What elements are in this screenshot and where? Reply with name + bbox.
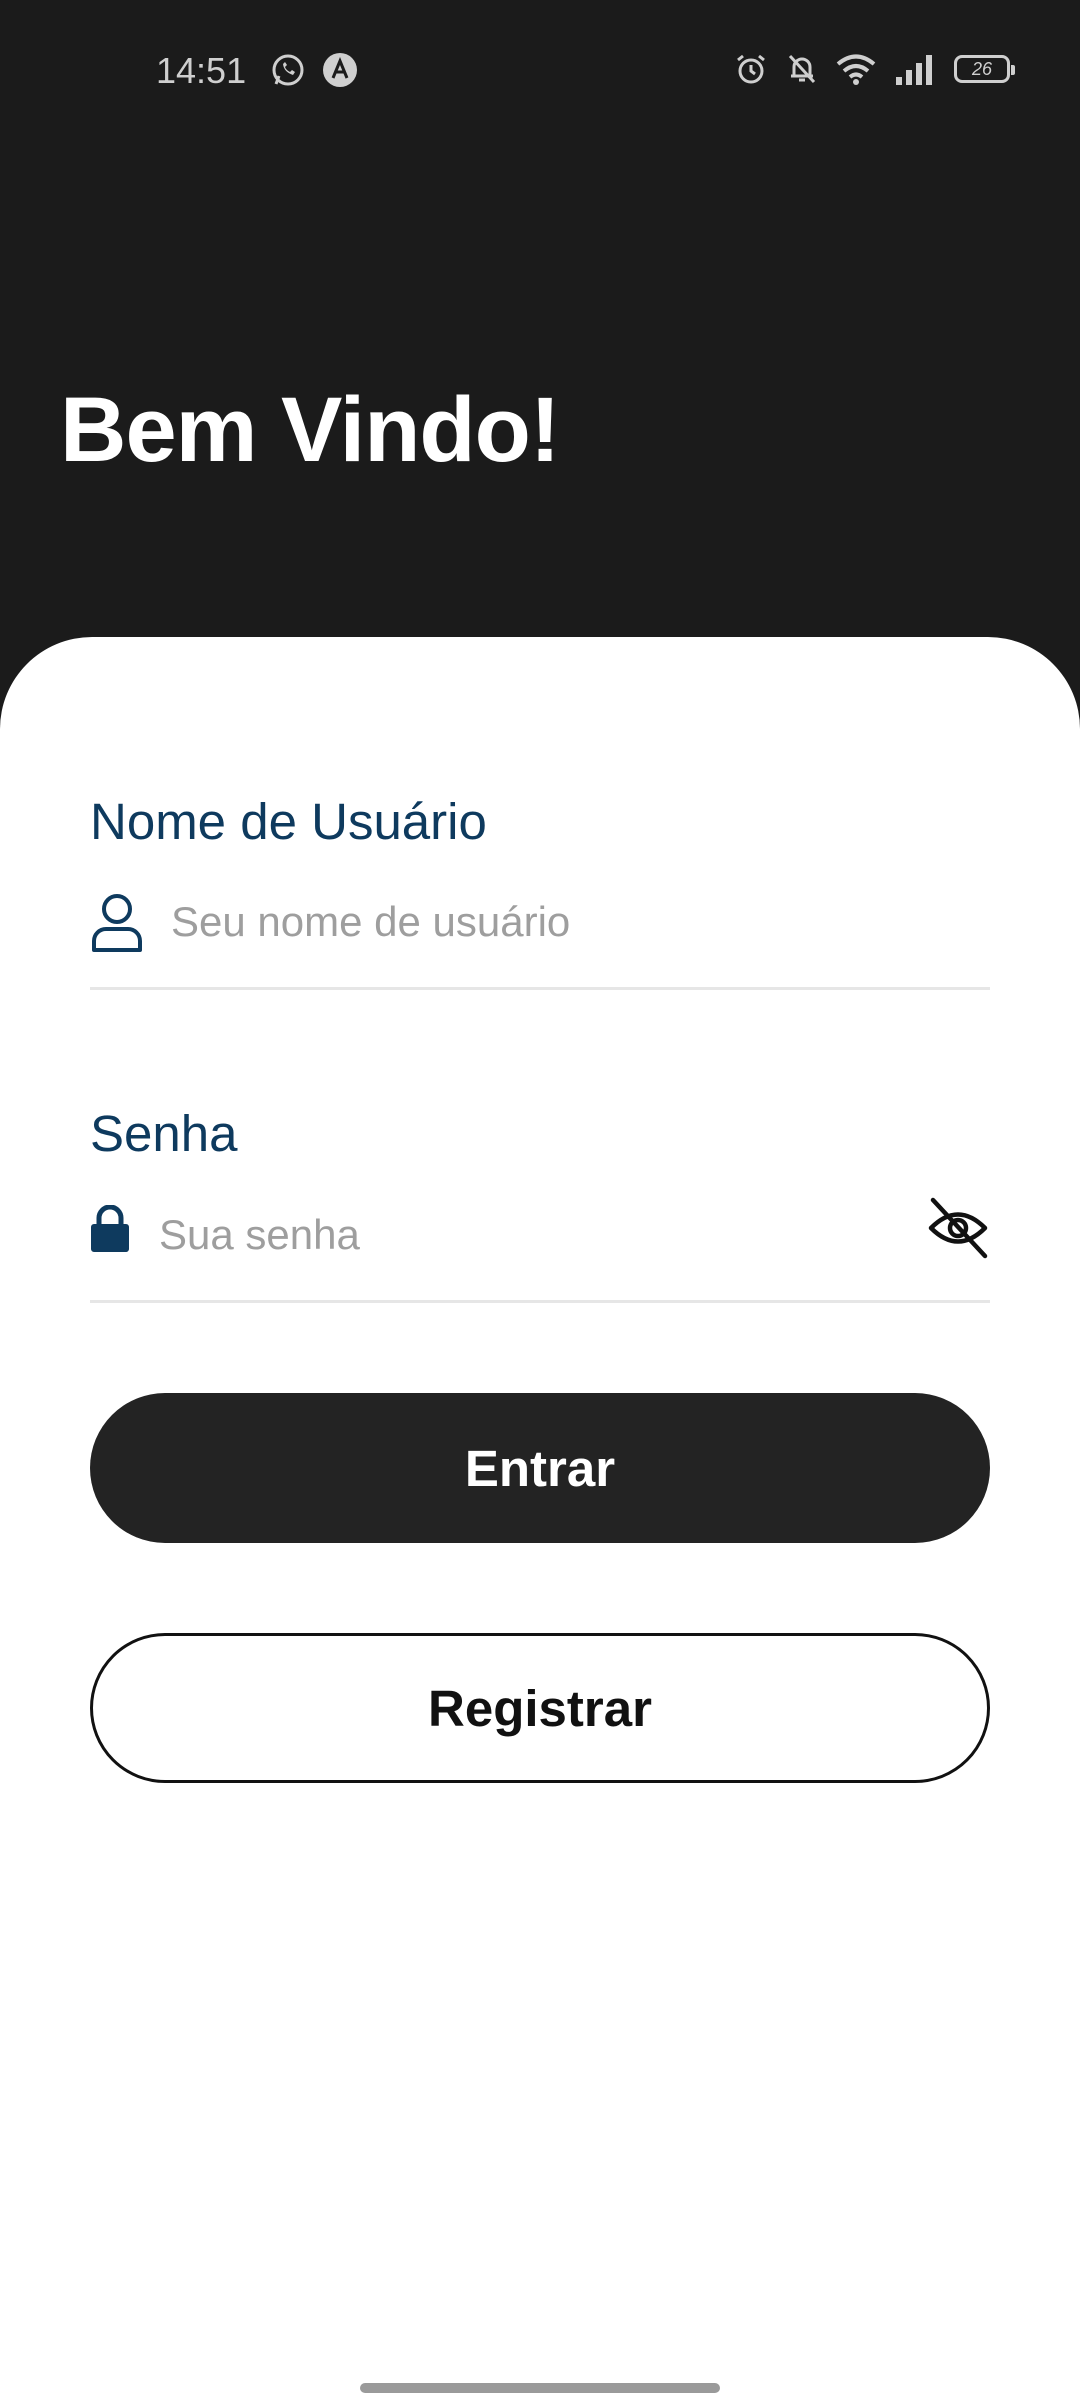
alarm-icon xyxy=(734,52,768,86)
username-field xyxy=(90,880,990,990)
eye-off-icon[interactable] xyxy=(926,1196,990,1260)
signal-icon xyxy=(894,53,936,85)
username-input[interactable] xyxy=(171,890,971,954)
status-right-icons: 26 xyxy=(734,52,1015,86)
home-indicator[interactable] xyxy=(360,2383,720,2393)
whatsapp-icon xyxy=(270,52,306,88)
welcome-title: Bem Vindo! xyxy=(60,379,560,481)
status-time: 14:51 xyxy=(156,50,247,91)
lock-icon xyxy=(90,1205,130,1253)
status-bar: 14:51 26 xyxy=(0,0,1080,140)
battery-icon: 26 xyxy=(954,55,1015,83)
username-label: Nome de Usuário xyxy=(90,793,487,850)
password-label: Senha xyxy=(90,1105,238,1162)
app-notification-icon xyxy=(322,52,358,88)
password-input[interactable] xyxy=(159,1203,899,1267)
wifi-icon xyxy=(836,53,876,85)
bell-off-icon xyxy=(786,52,818,86)
battery-level: 26 xyxy=(971,59,993,79)
login-button[interactable]: Entrar xyxy=(90,1393,990,1543)
password-field xyxy=(90,1193,990,1303)
status-left-icons xyxy=(270,52,358,88)
user-icon xyxy=(90,892,144,952)
register-button[interactable]: Registrar xyxy=(90,1633,990,1783)
